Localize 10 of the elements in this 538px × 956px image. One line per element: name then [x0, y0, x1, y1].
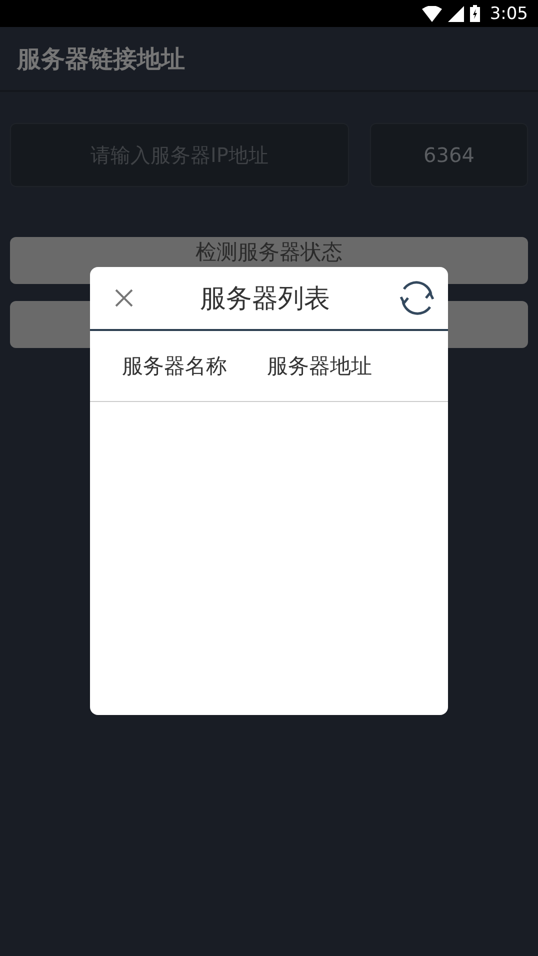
column-header: 服务器名称: [122, 353, 227, 380]
page-title: 服务器链接地址: [17, 44, 185, 74]
close-icon[interactable]: [114, 288, 134, 308]
column-header: 服务器地址: [267, 353, 372, 380]
port-input-field[interactable]: 6364: [370, 123, 528, 187]
signal-icon: [448, 6, 464, 22]
dialog-title: 服务器列表: [200, 282, 330, 316]
battery-icon: [470, 5, 480, 22]
wifi-icon: [422, 6, 442, 22]
clock-time: 3:05: [490, 4, 528, 24]
